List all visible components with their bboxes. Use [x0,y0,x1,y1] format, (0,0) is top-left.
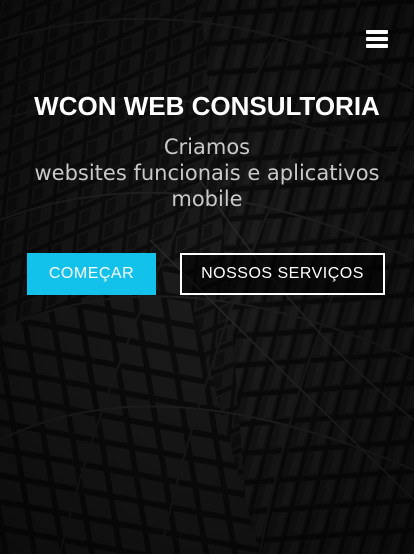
menu-line [366,44,388,48]
hero-subtitle: Criamos websites funcionais e aplicativo… [0,134,414,212]
start-button[interactable]: COMEÇAR [27,253,156,295]
our-services-button[interactable]: NOSSOS SERVIÇOS [180,253,385,295]
hero-subtitle-line: mobile [171,187,243,211]
hero-section: WCON WEB CONSULTORIA Criamos websites fu… [0,0,414,554]
hero-title: WCON WEB CONSULTORIA [34,91,380,121]
hero-subtitle-line: websites funcionais e aplicativos [34,161,380,185]
menu-line [366,30,388,34]
menu-line [366,37,388,41]
hero-subtitle-line: Criamos [163,135,251,159]
hamburger-menu-icon[interactable] [366,30,388,50]
